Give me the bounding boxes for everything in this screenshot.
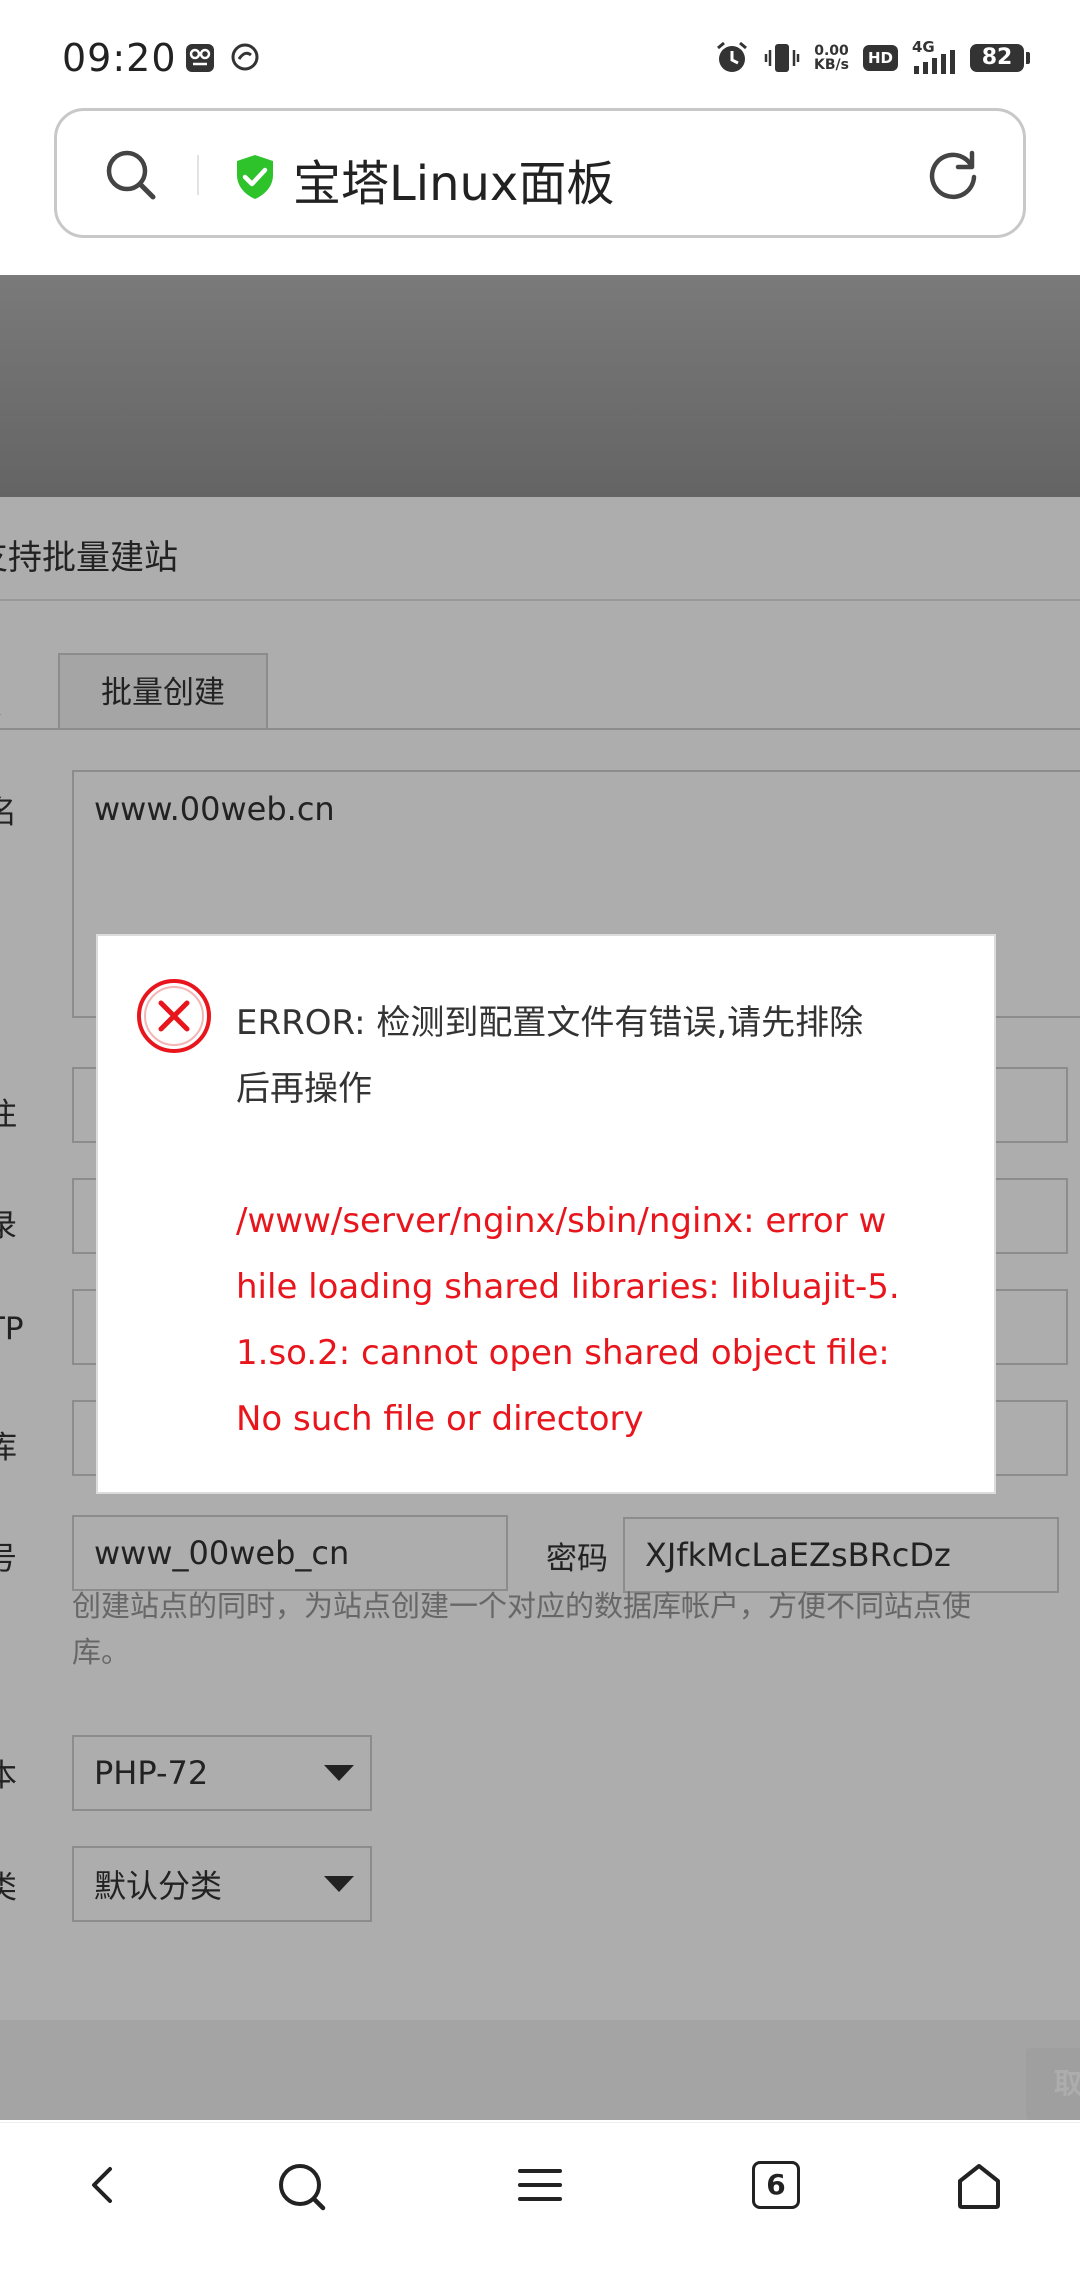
- address-divider: [197, 155, 199, 195]
- signal-icon: 4G: [912, 38, 956, 74]
- modal-overlay-header: [0, 275, 1080, 497]
- battery-icon: 82: [970, 44, 1030, 72]
- search-icon[interactable]: [276, 2161, 328, 2213]
- status-bar: 09:20 0.00 KB/s HD 4G 82: [0, 0, 1080, 104]
- network-speed-unit: KB/s: [814, 57, 849, 73]
- back-icon[interactable]: [80, 2161, 128, 2209]
- signal-bars-icon: [914, 50, 955, 74]
- status-time: 09:20: [62, 36, 177, 80]
- error-detail-line4: No such file or directory: [236, 1399, 644, 1439]
- alarm-icon: [717, 41, 747, 72]
- hd-badge: HD: [862, 45, 898, 71]
- page-title[interactable]: 宝塔Linux面板: [293, 144, 614, 214]
- menu-icon[interactable]: [516, 2161, 564, 2209]
- error-message-line2: 后再操作: [236, 1069, 372, 1109]
- status-indicators: 0.00 KB/s HD 4G 82: [714, 38, 1030, 78]
- reload-icon[interactable]: [925, 147, 981, 203]
- app-notification-icon-2: [231, 43, 259, 71]
- browser-bottom-nav: 6: [0, 2122, 1080, 2274]
- error-detail-line2: hile loading shared libraries: libluajit…: [236, 1267, 900, 1307]
- error-detail-line3: 1.so.2: cannot open shared object file:: [236, 1333, 890, 1373]
- network-speed: 0.00 KB/s: [814, 44, 849, 72]
- secure-shield-icon: [237, 155, 273, 199]
- search-icon[interactable]: [103, 147, 159, 203]
- error-message-line1: ERROR: 检测到配置文件有错误,请先排除: [236, 1003, 864, 1043]
- error-detail-line1: /www/server/nginx/sbin/nginx: error w: [236, 1201, 887, 1241]
- error-dialog: ERROR: 检测到配置文件有错误,请先排除 后再操作 /www/server/…: [96, 934, 996, 1494]
- error-detail: /www/server/nginx/sbin/nginx: error w hi…: [236, 1188, 976, 1452]
- error-message: ERROR: 检测到配置文件有错误,请先排除 后再操作: [236, 990, 976, 1122]
- tabs-count-button[interactable]: 6: [752, 2161, 800, 2209]
- error-icon: [137, 979, 211, 1053]
- vibrate-icon: [764, 44, 800, 72]
- address-bar[interactable]: 宝塔Linux面板: [54, 108, 1026, 238]
- home-icon[interactable]: [954, 2161, 1004, 2211]
- network-speed-value: 0.00: [814, 43, 849, 59]
- app-notification-icon: [186, 44, 214, 72]
